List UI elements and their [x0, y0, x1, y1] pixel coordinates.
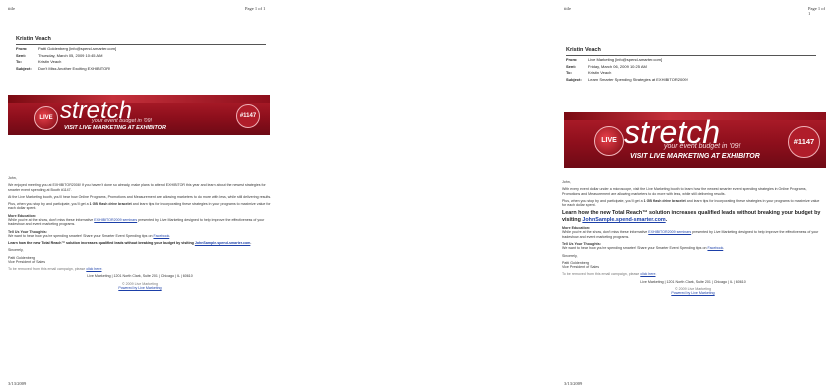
from-value: Patti Goldenberg [info@spend-smarter.com…	[38, 46, 117, 51]
bracelet-highlight: 1 GB flash drive bracelet	[643, 198, 686, 203]
intro-paragraph: We enjoyed meeting you at EXHIBITOR2008!…	[8, 183, 266, 192]
email-header-fields: From: Patti Goldenberg [info@spend-smarte…	[16, 46, 116, 72]
intro-paragraph: With every event dollar under a microsco…	[562, 187, 807, 196]
banner-tagline: your event budget in '09!	[664, 143, 741, 150]
live-logo-badge: LIVE	[34, 106, 58, 130]
to-value: Kristin Veach	[588, 70, 612, 75]
thoughts-paragraph: We want to hear how you're spending smar…	[562, 246, 725, 251]
seminars-link[interactable]: EXHIBITOR2009 seminars	[648, 230, 691, 234]
banner-visit-line: VISIT LIVE MARKETING AT EXHIBITOR	[630, 153, 760, 160]
seminars-link[interactable]: EXHIBITOR2009 seminars	[94, 218, 137, 222]
sender-heading: Kristin Veach	[566, 47, 601, 53]
sender-heading: Kristin Veach	[16, 36, 51, 42]
facebook-link[interactable]: Facebook	[153, 234, 169, 238]
spend-smarter-link[interactable]: JohnSample.spend-smarter.com	[195, 241, 251, 245]
facebook-link[interactable]: Facebook	[707, 246, 723, 250]
page-header-title: title	[8, 6, 15, 11]
email-header-fields: From: Live Marketing [info@spend-smarter.…	[566, 57, 688, 83]
subject-label: Subject:	[16, 65, 32, 71]
signature-title: Vice President of Sales	[562, 265, 600, 270]
signature-title: Vice President of Sales	[8, 260, 46, 265]
email-body: John, With every event dollar under a mi…	[562, 180, 824, 296]
sent-value: Friday, March 06, 2009 10:25 AM	[588, 63, 647, 69]
unsubscribe-line: To be removed from this email campaign, …	[8, 267, 103, 272]
email-page-right: title Page 1 of 1 Kristin Veach From: Liv…	[556, 0, 826, 389]
unsubscribe-line: To be removed from this email campaign, …	[562, 272, 657, 277]
subject-value: Learn Smarter Spending Strategies at EXH…	[588, 76, 688, 82]
company-address: Live Marketing | 1201 North Clark, Suite…	[640, 279, 746, 284]
greeting: John,	[8, 176, 17, 180]
unsubscribe-link[interactable]: click here	[86, 267, 101, 271]
email-body: John, We enjoyed meeting you at EXHIBITO…	[8, 176, 272, 290]
spend-smarter-link[interactable]: JohnSample.spend-smarter.com	[582, 217, 665, 223]
booth-paragraph: At the Live Marketing booth, you'll hear…	[8, 194, 272, 199]
booth-number-badge: #1147	[788, 126, 820, 158]
total-reach-lead: Learn how the new Total Reach™ solution …	[8, 241, 252, 246]
education-paragraph: While you're at the show, don't miss the…	[562, 230, 819, 239]
page-header-title: title	[564, 6, 571, 11]
powered-by-link[interactable]: Powered by Live Marketing	[562, 291, 824, 295]
email-page-left: title Page 1 of 1 Kristin Veach From: Pat…	[0, 0, 278, 389]
sincerely: Sincerely,	[562, 253, 578, 258]
bracelet-paragraph: Plus, when you stop by and participate, …	[8, 202, 271, 211]
bracelet-highlight: 1 GB flash drive bracelet	[89, 202, 132, 207]
banner-visit-line: VISIT LIVE MARKETING AT EXHIBITOR	[64, 125, 166, 131]
company-address: Live Marketing | 1201 North Clark, Suite…	[87, 274, 193, 279]
page-number: Page 1 of 1	[245, 6, 266, 11]
sincerely: Sincerely,	[8, 248, 24, 253]
live-logo-badge: LIVE	[594, 126, 624, 156]
education-paragraph: While you're at the show, don't miss the…	[8, 218, 265, 227]
powered-by-link[interactable]: Powered by Live Marketing	[8, 286, 272, 290]
to-value: Kristin Veach	[38, 59, 62, 64]
page-number: Page 1 of 1	[808, 6, 825, 16]
subject-value: Don't Miss Another Exciting EXHIBITOR!	[38, 65, 111, 71]
promo-banner: LIVE stretch your event budget in '09! V…	[564, 112, 826, 168]
from-value: Live Marketing [info@spend-smarter.com]	[588, 57, 663, 62]
subject-label: Subject:	[566, 76, 582, 82]
booth-number-badge: #1147	[236, 104, 260, 128]
banner-tagline: your event budget in '09!	[92, 118, 153, 124]
unsubscribe-link[interactable]: click here	[640, 272, 655, 276]
total-reach-lead: Learn how the new Total Reach™ solution …	[562, 210, 821, 223]
thoughts-paragraph: We want to hear how you're spending smar…	[8, 234, 171, 239]
greeting: John,	[562, 180, 571, 184]
header-rule	[16, 44, 266, 45]
sent-value: Thursday, March 05, 2009 10:45 AM	[38, 52, 103, 58]
bracelet-paragraph: Plus, when you stop by and participate, …	[562, 198, 820, 208]
header-rule	[566, 55, 816, 56]
print-date: 3/13/2009	[564, 381, 583, 386]
promo-banner: LIVE stretch your event budget in '09! V…	[8, 95, 270, 135]
print-date: 3/13/2009	[8, 381, 27, 386]
